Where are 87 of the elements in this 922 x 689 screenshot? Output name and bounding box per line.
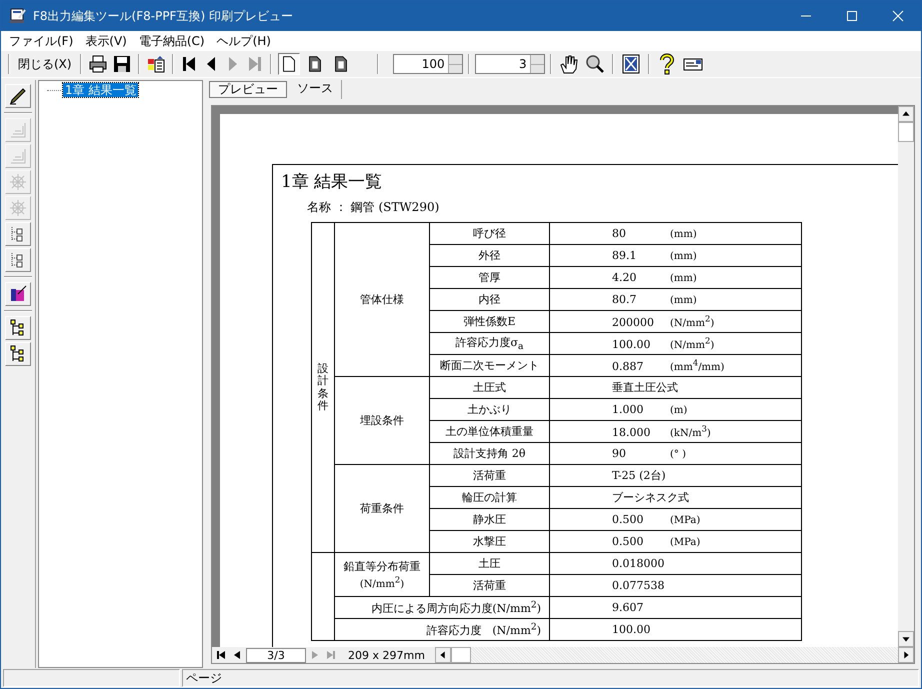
table-cell: 内径 bbox=[430, 288, 550, 310]
table-cell: 許容応力度σ$_{a}$ bbox=[430, 332, 550, 354]
table-cell: ブーシネスク式 bbox=[550, 486, 802, 508]
table-cell: 土圧 bbox=[430, 552, 550, 574]
table-cell: 4.20 (mm) bbox=[550, 266, 802, 288]
menu-item[interactable]: 電子納品(C) bbox=[132, 32, 211, 50]
steps-icon bbox=[8, 146, 28, 166]
section-label: 設計条件 bbox=[318, 363, 328, 412]
chapter-heading: 1章 結果一覧 bbox=[281, 171, 384, 193]
vertical-scrollbar[interactable] bbox=[898, 106, 914, 647]
paper-size-label: 209 x 297mm bbox=[348, 648, 425, 662]
status-text: ページ bbox=[182, 669, 919, 687]
steps-icon bbox=[8, 120, 28, 140]
table-cell: 土圧式 bbox=[430, 376, 550, 398]
page-number-field[interactable]: 3/3 bbox=[246, 648, 306, 662]
table-cell: 鉛直等分布荷重 (N/mm$^{2}$) bbox=[334, 552, 430, 596]
tool-button[interactable] bbox=[5, 282, 31, 306]
table-cell: 垂直土圧公式 bbox=[550, 376, 802, 398]
table-cell: 89.1 (mm) bbox=[550, 244, 802, 266]
table-cell: 9.607 bbox=[550, 596, 802, 618]
tab[interactable]: プレビュー bbox=[209, 81, 287, 98]
page-layout-icon[interactable] bbox=[278, 53, 300, 75]
table-cell: 100.00 (N/mm$^{2}$) bbox=[550, 332, 802, 354]
scroll-thumb[interactable] bbox=[450, 647, 471, 663]
table-cell: 土かぶり bbox=[430, 398, 550, 420]
table-cell: 輪圧の計算 bbox=[430, 486, 550, 508]
table-cell: 1.000 (m) bbox=[550, 398, 802, 420]
table-cell: 80.7 (mm) bbox=[550, 288, 802, 310]
table-cell: 活荷重 bbox=[430, 574, 550, 596]
table-cell: 0.018000 bbox=[550, 552, 802, 574]
table-cell: 外径 bbox=[430, 244, 550, 266]
search-icon[interactable] bbox=[584, 53, 606, 75]
page-spinner[interactable]: 3 bbox=[474, 54, 545, 74]
table-cell: T-25 (2台) bbox=[550, 464, 802, 486]
tree-item[interactable]: 1章 結果一覧 bbox=[63, 83, 138, 97]
print-icon[interactable] bbox=[88, 54, 108, 74]
tool-button[interactable] bbox=[5, 248, 31, 272]
table-cell: 埋設条件 bbox=[334, 376, 430, 464]
table-cell: 0.887 (mm$^{4}$/mm) bbox=[550, 354, 802, 376]
table-cell: 18.000 (kN/m$^{3}$) bbox=[550, 420, 802, 442]
tool-button[interactable] bbox=[5, 222, 31, 246]
tab[interactable]: ソース bbox=[289, 80, 342, 99]
table-cell: 弾性係数E bbox=[430, 310, 550, 332]
table-cell: 断面二次モーメント bbox=[430, 354, 550, 376]
tool-button[interactable] bbox=[5, 342, 31, 366]
table-cell: 活荷重 bbox=[430, 464, 550, 486]
paint-icon bbox=[8, 284, 28, 304]
hand-icon[interactable] bbox=[558, 53, 580, 75]
table-cell: 100.00 bbox=[550, 618, 802, 640]
close-preview-button[interactable]: 閉じる(X) bbox=[15, 54, 75, 74]
table-cell: 0.500 (MPa) bbox=[550, 530, 802, 552]
table-cell: 管体仕様 bbox=[334, 222, 430, 376]
menu-item[interactable]: 表示(V) bbox=[79, 32, 133, 50]
table-cell: 90 (° ) bbox=[550, 442, 802, 464]
gear-icon bbox=[8, 172, 28, 192]
name-line: 名称 ： 鋼管 (STW290) bbox=[307, 199, 440, 216]
window-title: F8出力編集ツール(F8-PPF互換) 印刷プレビュー bbox=[33, 8, 294, 24]
table-cell: 静水圧 bbox=[430, 508, 550, 530]
table-cell: 内圧による周方向応力度(N/mm$^{2}$) bbox=[334, 596, 550, 618]
document-icon[interactable] bbox=[146, 54, 166, 74]
first-page-icon[interactable] bbox=[214, 648, 228, 662]
menu-item[interactable]: ファイル(F) bbox=[3, 32, 80, 50]
table-cell: 0.077538 bbox=[550, 574, 802, 596]
gear-icon bbox=[8, 198, 28, 218]
scroll-down-icon[interactable] bbox=[898, 631, 914, 647]
table-cell: 0.500 (MPa) bbox=[550, 508, 802, 530]
table-cell: 80 (mm) bbox=[550, 222, 802, 244]
scroll-thumb[interactable] bbox=[898, 122, 914, 142]
app-icon bbox=[9, 7, 27, 25]
table-cell: 許容応力度 (N/mm$^{2}$) bbox=[334, 618, 550, 640]
table-cell: 管厚 bbox=[430, 266, 550, 288]
table-cell: 設計支持角 2θ bbox=[430, 442, 550, 464]
fit-page-icon[interactable] bbox=[620, 53, 642, 75]
table-cell: 荷重条件 bbox=[334, 464, 430, 552]
scroll-right-icon[interactable] bbox=[898, 647, 914, 663]
table-cell: 水撃圧 bbox=[430, 530, 550, 552]
menu-item[interactable]: ヘルプ(H) bbox=[210, 32, 277, 50]
scroll-left-icon[interactable] bbox=[434, 647, 451, 663]
save-icon[interactable] bbox=[112, 54, 132, 74]
table-cell: 土の単位体積重量 bbox=[430, 420, 550, 442]
table-cell: 呼び径 bbox=[430, 222, 550, 244]
tool-button[interactable] bbox=[5, 316, 31, 340]
zoom-spinner[interactable]: 100 bbox=[392, 54, 463, 74]
scroll-up-icon[interactable] bbox=[898, 106, 914, 122]
pen-icon bbox=[8, 86, 28, 106]
table-cell: 200000 (N/mm$^{2}$) bbox=[550, 310, 802, 332]
tool-button[interactable] bbox=[5, 84, 31, 108]
